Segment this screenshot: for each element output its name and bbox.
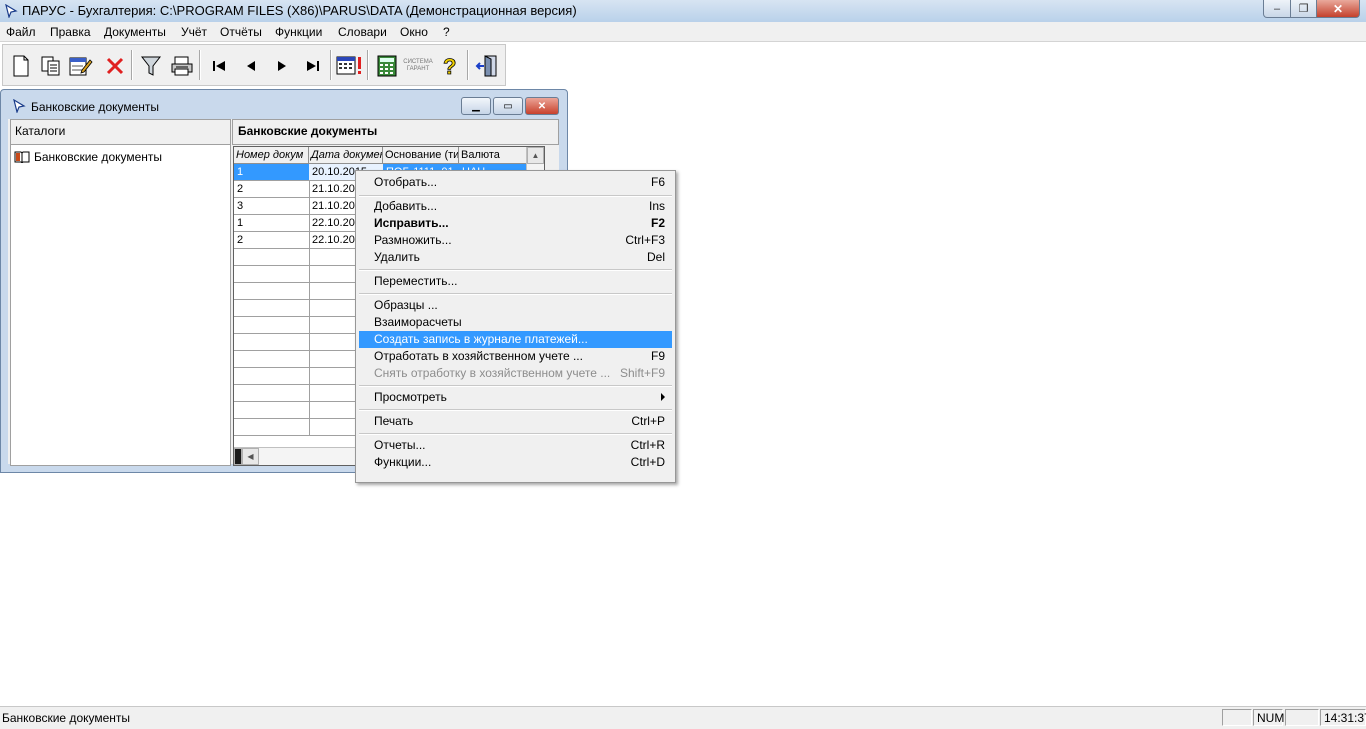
child-minimize-button[interactable]: ▁ <box>461 97 491 115</box>
calculator-icon[interactable] <box>372 49 402 83</box>
context-menu: Отобрать... F6 Добавить... Ins Исправить… <box>355 170 676 483</box>
calendar-alert-icon[interactable] <box>335 49 365 83</box>
catalogs-header: Каталоги <box>11 120 230 145</box>
minimize-button[interactable]: – <box>1263 0 1291 18</box>
status-text: Банковские документы <box>2 711 131 725</box>
column-header-date[interactable]: Дата докумен <box>309 147 383 164</box>
menu-item-edit[interactable]: Исправить... F2 <box>359 215 672 232</box>
window-title: ПАРУС - Бухгалтерия: C:\PROGRAM FILES (X… <box>22 3 577 18</box>
status-indicator-scroll <box>1285 709 1319 726</box>
delete-icon[interactable] <box>100 49 130 83</box>
menu-bar: Файл Правка Документы Учёт Отчёты Функци… <box>0 22 1366 42</box>
close-button[interactable]: ✕ <box>1317 0 1360 18</box>
book-icon <box>14 151 30 163</box>
status-indicator-caps <box>1222 709 1252 726</box>
menu-item-reports[interactable]: Отчеты... Ctrl+R <box>359 437 672 454</box>
menu-item-post-accounting[interactable]: Отработать в хозяйственном учете ... F9 <box>359 348 672 365</box>
print-icon[interactable] <box>167 49 197 83</box>
menu-item-move[interactable]: Переместить... <box>359 273 672 290</box>
menu-accounting[interactable]: Учёт <box>181 25 207 39</box>
menu-separator <box>359 293 672 295</box>
menu-window[interactable]: Окно <box>400 25 428 39</box>
tree-item-bank-documents[interactable]: Банковские документы <box>14 150 162 164</box>
window-icon <box>13 99 26 113</box>
toolbar: СИСТЕМА ГАРАНТ ? <box>0 42 1366 88</box>
submenu-arrow-icon <box>661 393 665 401</box>
column-header-number[interactable]: Номер докум <box>234 147 309 164</box>
menu-item-templates[interactable]: Образцы ... <box>359 297 672 314</box>
menu-documents[interactable]: Документы <box>104 25 166 39</box>
next-record-icon[interactable] <box>267 49 297 83</box>
copy-document-icon[interactable] <box>36 49 66 83</box>
status-clock: 14:31:37 <box>1320 709 1366 726</box>
menu-file[interactable]: Файл <box>6 25 36 39</box>
child-close-button[interactable]: ✕ <box>525 97 559 115</box>
menu-item-view[interactable]: Просмотреть <box>359 389 672 406</box>
scroll-thumb[interactable] <box>234 448 242 465</box>
column-header-basis[interactable]: Основание (ти <box>383 147 459 164</box>
menu-separator <box>359 385 672 387</box>
menu-separator <box>359 269 672 271</box>
menu-reports[interactable]: Отчёты <box>220 25 262 39</box>
scroll-left-icon[interactable]: ◀ <box>242 448 259 465</box>
menu-help[interactable]: ? <box>443 25 450 39</box>
menu-item-settlements[interactable]: Взаиморасчеты <box>359 314 672 331</box>
status-indicator-num: NUM <box>1253 709 1284 726</box>
menu-item-select[interactable]: Отобрать... F6 <box>359 174 672 191</box>
new-document-icon[interactable] <box>6 49 36 83</box>
menu-item-add[interactable]: Добавить... Ins <box>359 198 672 215</box>
menu-dictionaries[interactable]: Словари <box>338 25 387 39</box>
catalogs-pane: Каталоги Банковские документы <box>10 119 231 466</box>
menu-separator <box>359 195 672 197</box>
child-maximize-button[interactable]: ▭ <box>493 97 523 115</box>
maximize-button[interactable]: ❐ <box>1291 0 1317 18</box>
menu-functions[interactable]: Функции <box>275 25 322 39</box>
previous-record-icon[interactable] <box>236 49 266 83</box>
app-icon <box>5 4 18 18</box>
menu-item-delete[interactable]: Удалить Del <box>359 249 672 266</box>
status-bar: Банковские документы NUM 14:31:37 <box>0 706 1366 729</box>
grid-title: Банковские документы <box>232 119 559 145</box>
last-record-icon[interactable] <box>298 49 328 83</box>
scroll-up-icon[interactable]: ▲ <box>527 147 544 164</box>
menu-item-functions[interactable]: Функции... Ctrl+D <box>359 454 672 471</box>
filter-icon[interactable] <box>136 49 166 83</box>
menu-item-unpost-accounting: Снять отработку в хозяйственном учете ..… <box>374 366 665 380</box>
child-window-title: Банковские документы <box>31 100 160 114</box>
menu-edit[interactable]: Правка <box>50 25 91 39</box>
column-header-currency[interactable]: Валюта <box>459 147 536 164</box>
garant-system-icon[interactable]: СИСТЕМА ГАРАНТ <box>403 49 433 83</box>
toolbar-panel: СИСТЕМА ГАРАНТ ? <box>2 44 506 86</box>
menu-separator <box>359 409 672 411</box>
menu-item-create-payment-record[interactable]: Создать запись в журнале платежей... <box>359 331 672 348</box>
exit-icon[interactable] <box>472 49 502 83</box>
title-bar: ПАРУС - Бухгалтерия: C:\PROGRAM FILES (X… <box>0 0 1366 23</box>
menu-separator <box>359 433 672 435</box>
menu-item-duplicate[interactable]: Размножить... Ctrl+F3 <box>359 232 672 249</box>
svg-text:?: ? <box>443 54 456 78</box>
edit-document-icon[interactable] <box>66 49 96 83</box>
menu-item-print[interactable]: Печать Ctrl+P <box>359 413 672 430</box>
tree-item-label: Банковские документы <box>34 150 163 164</box>
first-record-icon[interactable] <box>204 49 234 83</box>
help-icon[interactable]: ? <box>435 49 465 83</box>
